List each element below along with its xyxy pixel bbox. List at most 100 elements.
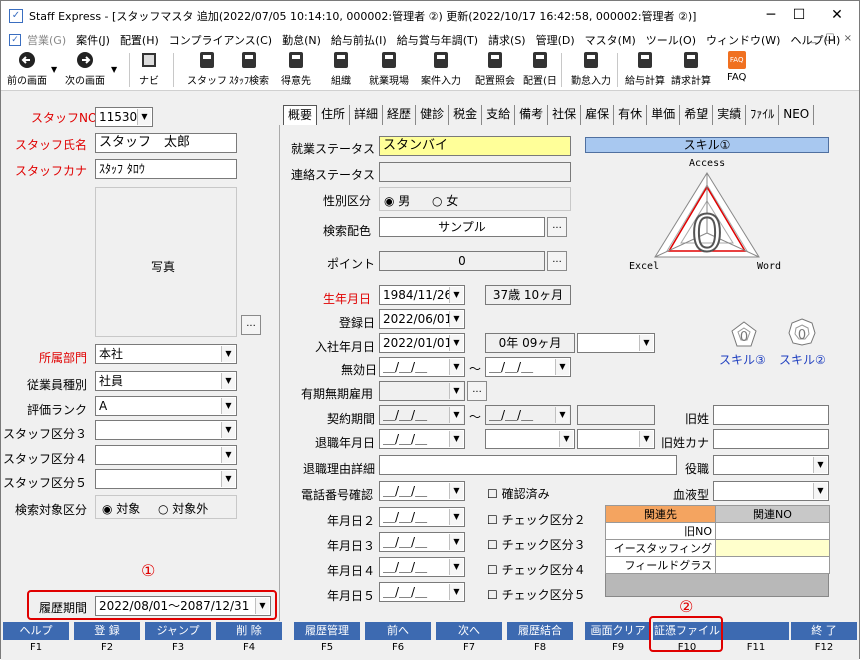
nyusha-date-field[interactable]: 2022/01/01 ▼ (379, 333, 465, 353)
nengappi5-field[interactable]: ＿/＿/＿ ▼ (379, 582, 465, 602)
taishoku-select-1[interactable]: ▼ (485, 429, 575, 449)
staff-no-select[interactable]: 115305 ▼ (95, 107, 153, 127)
menu-kanri[interactable]: 管理(D) (536, 32, 575, 48)
tab-zeikin[interactable]: 税金 (449, 105, 483, 125)
staff-button[interactable]: スタッフ (187, 51, 227, 87)
nengappi2-field[interactable]: ＿/＿/＿ ▼ (379, 507, 465, 527)
kubun3-select[interactable]: ▼ (95, 420, 237, 440)
muko-from-field[interactable]: ＿/＿/＿ ▼ (379, 357, 465, 377)
kakunin-checkbox[interactable]: ☐ 確認済み (487, 485, 550, 502)
kinzoku-select[interactable]: ▼ (577, 333, 655, 353)
keiyaku-to-field[interactable]: ＿/＿/＿ ▼ (485, 405, 571, 425)
keiyaku-from-field[interactable]: ＿/＿/＿ ▼ (379, 405, 465, 425)
taishoku-select-2[interactable]: ▼ (577, 429, 655, 449)
kintai-button[interactable]: 勤怠入力 (571, 51, 611, 87)
tab-kenshin[interactable]: 健診 (416, 105, 450, 125)
maximize-button[interactable]: ☐ (789, 7, 809, 23)
haichi-shokai-button[interactable]: 配置照会 (475, 51, 515, 87)
menu-master[interactable]: マスタ(M) (585, 32, 636, 48)
shugyo-field[interactable]: スタンバイ (379, 136, 571, 156)
yakushoku-select[interactable]: ▼ (713, 455, 829, 475)
mdi-controls[interactable]: _ ☐ × (811, 33, 855, 44)
photo-browse-button[interactable]: ... (241, 315, 261, 335)
shozoku-select[interactable]: 本社 ▼ (95, 344, 237, 364)
menu-seikyu[interactable]: 請求(S) (488, 32, 526, 48)
check5-checkbox[interactable]: ☐ チェック区分５ (487, 586, 586, 603)
birth-date-field[interactable]: 1984/11/26 ▼ (379, 285, 465, 305)
skill3-label[interactable]: スキル③ (719, 351, 766, 368)
tokuisaki-button[interactable]: 得意先 (281, 51, 311, 87)
anken-button[interactable]: 案件入力 (421, 51, 461, 87)
tab-keireki[interactable]: 経歴 (383, 105, 417, 125)
seikyu-button[interactable]: 請求計算 (671, 51, 711, 87)
staff-search-button[interactable]: ｽﾀｯﾌ検索 (229, 51, 269, 87)
close-button[interactable]: ✕ (827, 7, 847, 23)
menu-kintai[interactable]: 勤怠(N) (282, 32, 321, 48)
fkey-merge-button[interactable]: 履歴結合 (507, 622, 573, 640)
menu-window[interactable]: ウィンドウ(W) (706, 32, 780, 48)
staff-name-field[interactable]: スタッフ 太郎 (95, 133, 237, 153)
menu-eigyo[interactable]: 営業(G) (27, 32, 66, 48)
next-dropdown-icon[interactable]: ▼ (111, 65, 117, 74)
tab-koho[interactable]: 雇保 (581, 105, 615, 125)
hyoka-select[interactable]: A ▼ (95, 396, 237, 416)
fkey-delete-button[interactable]: 削 除 (216, 622, 282, 640)
yuki-select[interactable]: ▼ (379, 381, 465, 401)
tab-shikyu[interactable]: 支給 (482, 105, 516, 125)
prev-screen-button[interactable]: 前の画面 (7, 51, 47, 87)
nengappi3-field[interactable]: ＿/＿/＿ ▼ (379, 532, 465, 552)
kyuyo-button[interactable]: 給与計算 (625, 51, 665, 87)
tab-jisseki[interactable]: 実績 (713, 105, 747, 125)
fkey-f11-button[interactable] (723, 622, 789, 640)
skill3-mini-chart[interactable]: 0 (729, 319, 759, 349)
yuki-browse-button[interactable]: ... (467, 381, 487, 401)
ketsueki-select[interactable]: ▼ (713, 481, 829, 501)
soshiki-button[interactable]: 組織 (331, 51, 351, 87)
kensaku-radio-target[interactable]: ◉ 対象 (102, 500, 140, 517)
haichi-button[interactable]: 配置(日 (523, 51, 557, 87)
kensaku-radio-nontarget[interactable]: ○ 対象外 (158, 500, 208, 517)
denwa-date-field[interactable]: ＿/＿/＿ ▼ (379, 481, 465, 501)
menu-compliance[interactable]: コンプライアンス(C) (169, 32, 272, 48)
next-screen-button[interactable]: 次の画面 (65, 51, 105, 87)
related-cell[interactable]: イースタッフィング (605, 539, 716, 557)
skill2-label[interactable]: スキル② (779, 351, 826, 368)
menu-haichi[interactable]: 配置(H) (120, 32, 159, 48)
haishoku-field[interactable]: サンプル (379, 217, 545, 237)
tab-tanka[interactable]: 単価 (647, 105, 681, 125)
skill2-mini-chart[interactable]: 0 (787, 317, 817, 347)
related-cell[interactable] (715, 539, 830, 557)
related-cell[interactable] (715, 522, 830, 540)
tab-kibo[interactable]: 希望 (680, 105, 714, 125)
fkey-register-button[interactable]: 登 録 (74, 622, 140, 640)
kubun5-select[interactable]: ▼ (95, 469, 237, 489)
related-cell[interactable]: 旧NO (605, 522, 716, 540)
navi-button[interactable]: ナビ (139, 51, 159, 87)
fkey-clear-button[interactable]: 画面クリア (585, 622, 651, 640)
fkey-help-button[interactable]: ヘルプ (3, 622, 69, 640)
tab-yukyu[interactable]: 有休 (614, 105, 648, 125)
taishoku-riyu-field[interactable] (379, 455, 677, 475)
menu-anken[interactable]: 案件(J) (76, 32, 110, 48)
tab-gaiyo[interactable]: 概要 (283, 105, 318, 125)
tab-shaho[interactable]: 社保 (548, 105, 582, 125)
point-browse-button[interactable]: ... (547, 251, 567, 271)
tab-biko[interactable]: 備考 (515, 105, 549, 125)
related-cell[interactable] (715, 556, 830, 574)
staff-kana-field[interactable]: ｽﾀｯﾌ ﾀﾛｳ (95, 159, 237, 179)
tab-file[interactable]: ﾌｧｲﾙ (746, 105, 780, 125)
kubun4-select[interactable]: ▼ (95, 445, 237, 465)
check2-checkbox[interactable]: ☐ チェック区分２ (487, 511, 586, 528)
fkey-jump-button[interactable]: ジャンプ (145, 622, 211, 640)
fkey-exit-button[interactable]: 終 了 (791, 622, 857, 640)
taishoku-date-field[interactable]: ＿/＿/＿ ▼ (379, 429, 465, 449)
menu-kyuyo[interactable]: 給与賞与年調(T) (397, 32, 478, 48)
renraku-field[interactable] (379, 162, 571, 182)
menu-tool[interactable]: ツール(O) (646, 32, 696, 48)
related-cell[interactable]: フィールドグラス (605, 556, 716, 574)
haishoku-browse-button[interactable]: ... (547, 217, 567, 237)
minimize-button[interactable]: ─ (761, 7, 781, 23)
fkey-history-button[interactable]: 履歴管理 (294, 622, 360, 640)
skill-header[interactable]: スキル① (585, 137, 829, 153)
kyusei-kana-field[interactable] (713, 429, 829, 449)
